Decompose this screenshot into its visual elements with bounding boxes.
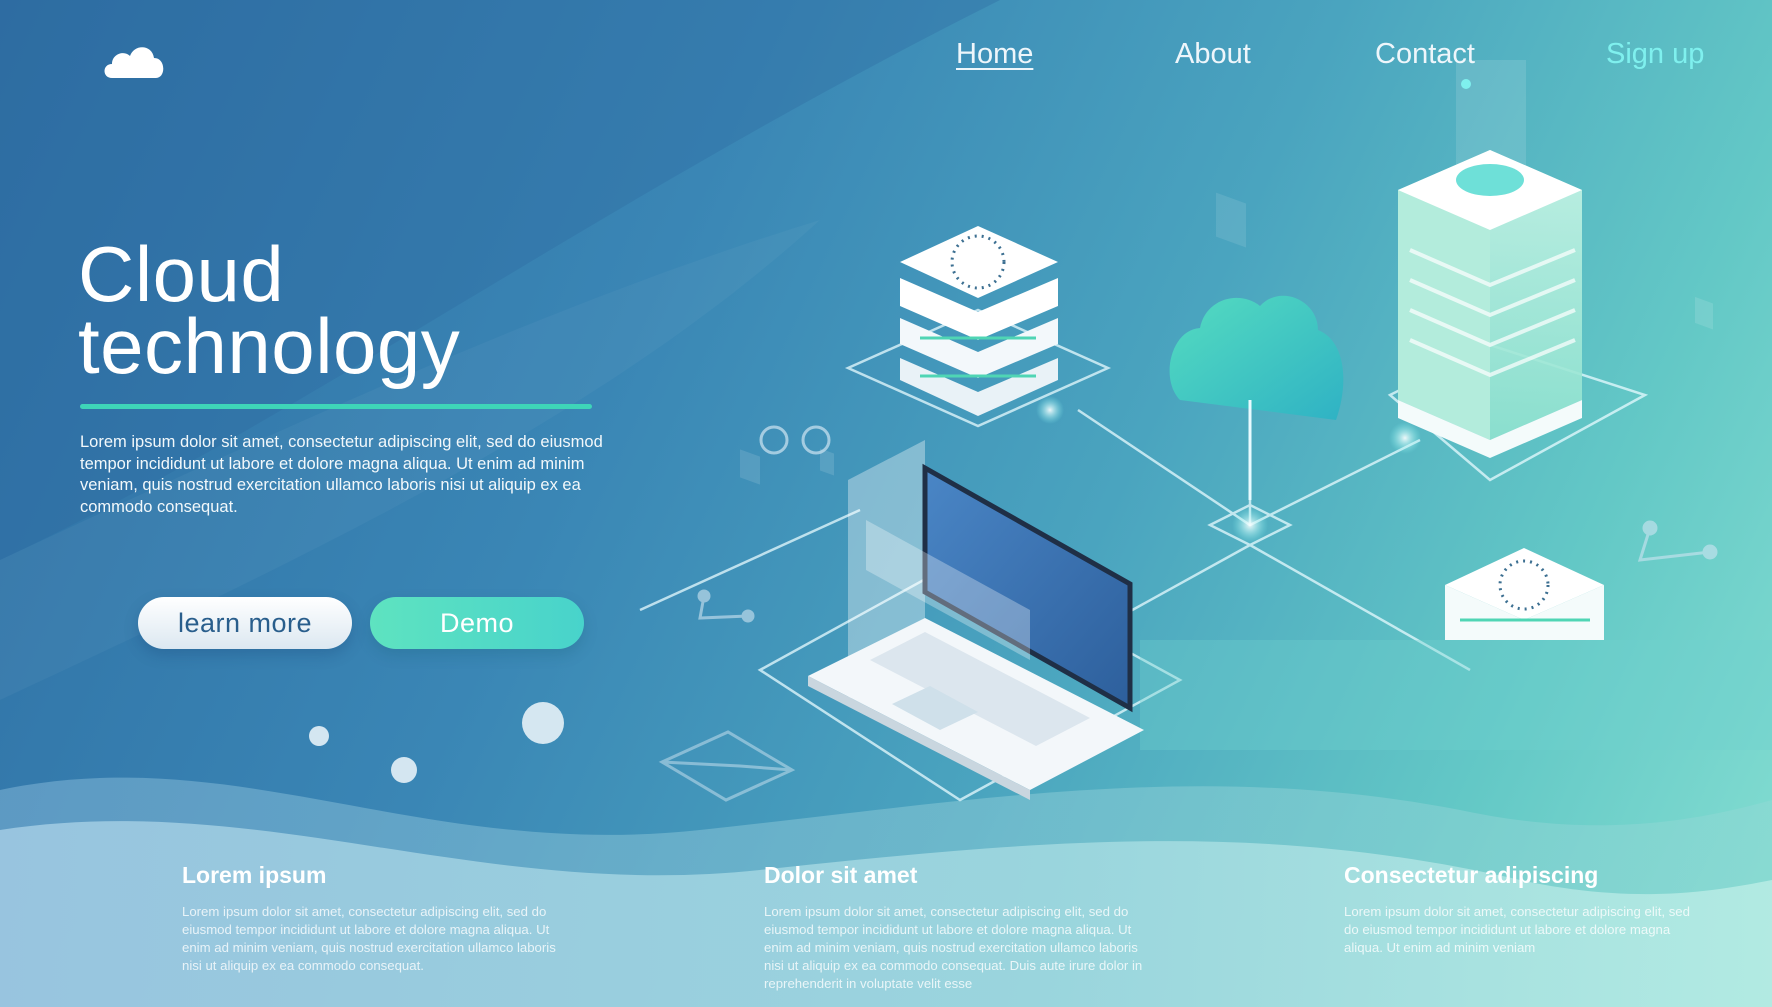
feature-column-3: Consectetur adipiscing Lorem ipsum dolor…: [1344, 862, 1704, 957]
feature-title: Consectetur adipiscing: [1344, 862, 1599, 888]
server-tower-right: [1398, 150, 1582, 458]
envelope-icon: [658, 730, 796, 802]
server-stack-left: [900, 226, 1058, 416]
laptop-icon: [808, 440, 1144, 800]
cloud-network-illustration: [639, 60, 1772, 802]
feature-column-1: Lorem ipsum Lorem ipsum dolor sit amet, …: [182, 862, 572, 975]
cloud-icon: [1169, 295, 1344, 500]
feature-text: Lorem ipsum dolor sit amet, consectetur …: [182, 904, 556, 973]
feature-text: Lorem ipsum dolor sit amet, consectetur …: [764, 904, 1143, 991]
server-small-right: [1445, 548, 1604, 640]
feature-text: Lorem ipsum dolor sit amet, consectetur …: [1344, 904, 1690, 955]
feature-column-2: Dolor sit amet Lorem ipsum dolor sit ame…: [764, 862, 1154, 993]
feature-title: Lorem ipsum: [182, 862, 327, 888]
landing-page: Home About Contact Sign up Cloud technol…: [0, 0, 1772, 1007]
feature-title: Dolor sit amet: [764, 862, 918, 888]
gear-icon: [759, 425, 831, 455]
